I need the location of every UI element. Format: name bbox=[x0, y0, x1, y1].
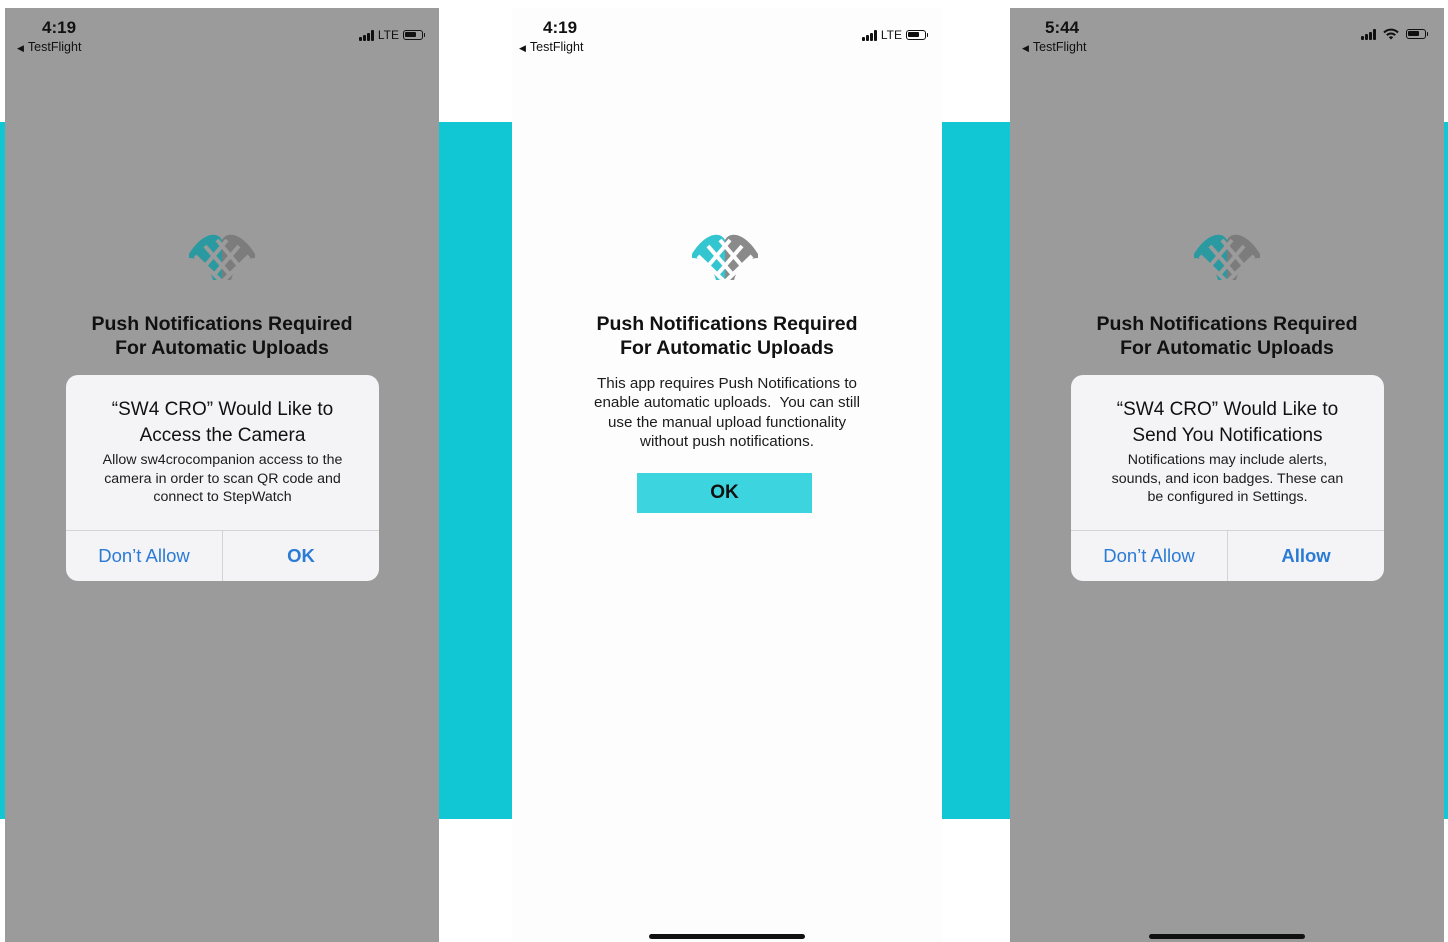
alert-title-line-1: “SW4 CRO” Would Like to bbox=[1116, 399, 1339, 420]
signal-icon bbox=[1361, 28, 1376, 40]
ok-button[interactable]: OK bbox=[637, 473, 812, 513]
phone-screen-push-info: 4:19 ◀ TestFlight LTE Push Notifications … bbox=[512, 8, 942, 942]
alert-message-line: sounds, and icon badges. These can bbox=[1111, 470, 1344, 487]
alert-message: Allow sw4crocompanion access to the came… bbox=[82, 451, 363, 507]
phone-screen-notification-permission: 5:44 ◀ TestFlight Push Notifications Requ… bbox=[1010, 8, 1444, 942]
battery-icon bbox=[1406, 29, 1428, 39]
app-logo bbox=[692, 234, 758, 284]
back-to-testflight[interactable]: ◀ TestFlight bbox=[17, 40, 81, 54]
body-line: This app requires Push Notifications to bbox=[596, 375, 857, 392]
home-indicator bbox=[649, 934, 805, 939]
alert-message-line: Notifications may include alerts, bbox=[1127, 452, 1328, 468]
push-info-text: This app requires Push Notifications to … bbox=[552, 374, 902, 451]
page-heading: Push Notifications Required For Automati… bbox=[512, 312, 942, 360]
home-indicator bbox=[1149, 934, 1305, 939]
back-arrow-icon: ◀ bbox=[519, 43, 526, 53]
camera-permission-alert: “SW4 CRO” Would Like to Access the Camer… bbox=[66, 375, 379, 581]
network-type: LTE bbox=[377, 28, 399, 42]
alert-title-line-2: Send You Notifications bbox=[1132, 425, 1323, 446]
notification-permission-alert: “SW4 CRO” Would Like to Send You Notific… bbox=[1071, 375, 1384, 581]
heading-line-1: Push Notifications Required bbox=[91, 313, 353, 335]
body-line: enable automatic uploads. You can still bbox=[594, 394, 860, 412]
ok-button[interactable]: OK bbox=[223, 531, 379, 581]
wifi-icon bbox=[1383, 28, 1399, 40]
app-logo bbox=[189, 234, 255, 284]
heading-line-1: Push Notifications Required bbox=[596, 313, 858, 335]
alert-title: “SW4 CRO” Would Like to Access the Camer… bbox=[66, 397, 379, 449]
body-line: without push notifications. bbox=[640, 432, 814, 450]
dont-allow-button[interactable]: Don’t Allow bbox=[66, 531, 222, 581]
alert-message-line: camera in order to scan QR code and bbox=[104, 470, 341, 487]
battery-icon bbox=[906, 30, 928, 40]
app-logo bbox=[1194, 234, 1260, 284]
alert-title-line-2: Access the Camera bbox=[139, 425, 306, 446]
back-label: TestFlight bbox=[27, 40, 82, 54]
back-label: TestFlight bbox=[1032, 40, 1087, 54]
alert-message: Notifications may include alerts, sounds… bbox=[1087, 451, 1368, 507]
signal-icon bbox=[358, 29, 374, 41]
heading-line-2: For Automatic Uploads bbox=[1120, 337, 1334, 359]
dont-allow-button[interactable]: Don’t Allow bbox=[1071, 531, 1227, 581]
back-to-testflight[interactable]: ◀ TestFlight bbox=[1022, 40, 1086, 54]
back-arrow-icon: ◀ bbox=[1022, 43, 1029, 53]
back-label: TestFlight bbox=[529, 40, 584, 54]
alert-message-line: Allow sw4crocompanion access to the bbox=[102, 452, 343, 468]
page-heading: Push Notifications Required For Automati… bbox=[1010, 312, 1444, 360]
alert-message-line: be configured in Settings. bbox=[1147, 489, 1308, 505]
body-line: use the manual upload functionality bbox=[607, 413, 847, 431]
page-heading: Push Notifications Required For Automati… bbox=[5, 312, 439, 360]
alert-message-line: connect to StepWatch bbox=[153, 489, 292, 505]
back-to-testflight[interactable]: ◀ TestFlight bbox=[519, 40, 583, 54]
heading-line-1: Push Notifications Required bbox=[1096, 313, 1358, 335]
heading-line-2: For Automatic Uploads bbox=[115, 337, 329, 359]
alert-title: “SW4 CRO” Would Like to Send You Notific… bbox=[1071, 397, 1384, 449]
battery-icon bbox=[403, 30, 425, 40]
status-indicators bbox=[1361, 28, 1428, 40]
network-type: LTE bbox=[880, 28, 902, 42]
back-arrow-icon: ◀ bbox=[17, 43, 24, 53]
status-time: 4:19 bbox=[42, 18, 77, 37]
phone-screen-camera-permission: 4:19 ◀ TestFlight LTE Push Notifications … bbox=[5, 8, 439, 942]
signal-icon bbox=[861, 29, 877, 41]
allow-button[interactable]: Allow bbox=[1228, 531, 1384, 581]
status-indicators: LTE bbox=[861, 28, 928, 42]
status-indicators: LTE bbox=[358, 28, 425, 42]
alert-title-line-1: “SW4 CRO” Would Like to bbox=[111, 399, 334, 420]
status-time: 4:19 bbox=[543, 18, 578, 37]
heading-line-2: For Automatic Uploads bbox=[620, 337, 834, 359]
status-time: 5:44 bbox=[1045, 18, 1080, 37]
